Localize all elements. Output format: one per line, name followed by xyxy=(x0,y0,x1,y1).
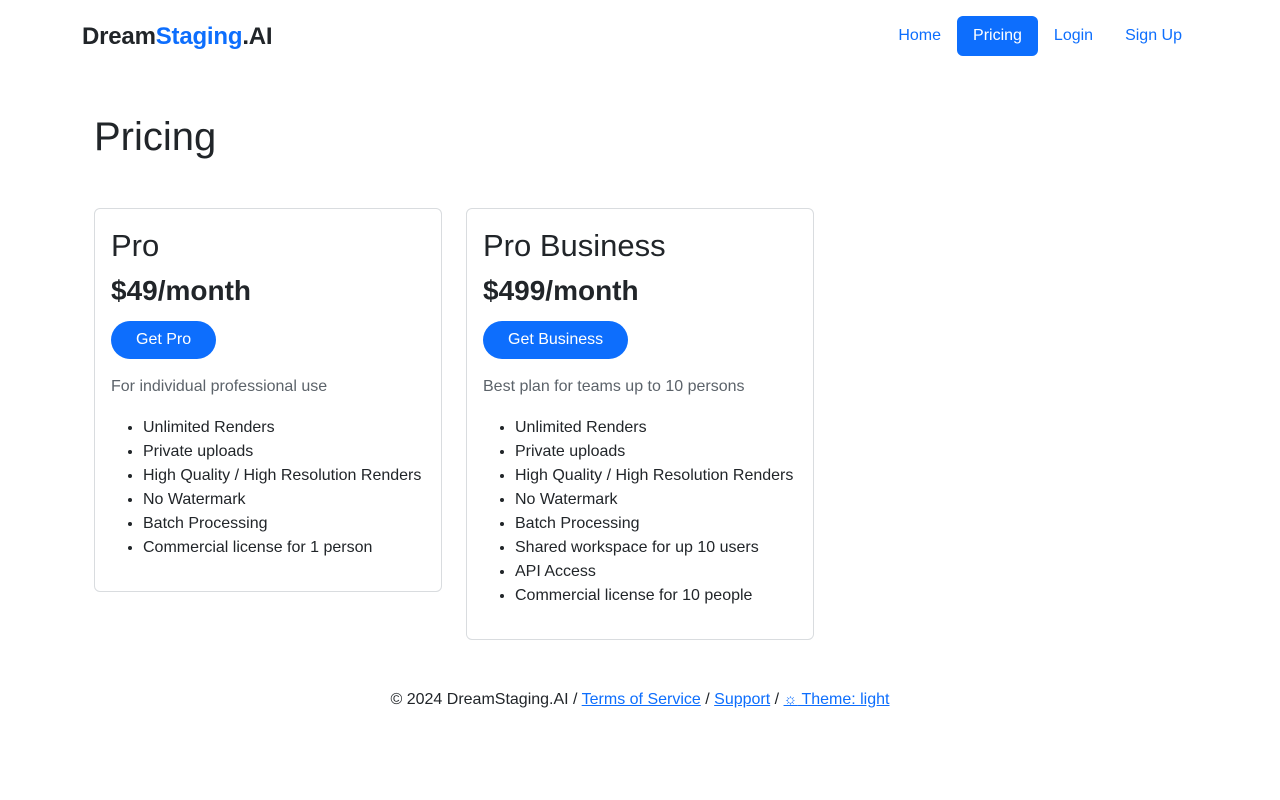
sun-icon: ☼ xyxy=(783,691,798,708)
plan-card-pro: Pro $49/month Get Pro For individual pro… xyxy=(94,208,442,592)
nav-login[interactable]: Login xyxy=(1038,16,1109,56)
feature-item: API Access xyxy=(515,560,797,584)
get-pro-button[interactable]: Get Pro xyxy=(111,321,217,359)
plan-description: For individual professional use xyxy=(111,378,328,395)
feature-item: Commercial license for 1 person xyxy=(143,536,425,560)
nav-pricing[interactable]: Pricing xyxy=(957,16,1038,56)
feature-item: No Watermark xyxy=(515,488,797,512)
plan-description: Best plan for teams up to 10 persons xyxy=(483,378,745,395)
footer: © 2024 DreamStaging.AI / Terms of Servic… xyxy=(0,688,1280,712)
feature-item: Private uploads xyxy=(143,440,425,464)
feature-item: Shared workspace for up 10 users xyxy=(515,536,797,560)
theme-toggle-link[interactable]: ☼ Theme: light xyxy=(784,691,890,708)
plan-price: $499/month xyxy=(483,275,639,306)
plan-price: $49/month xyxy=(111,275,252,306)
feature-list: Unlimited Renders Private uploads High Q… xyxy=(483,416,797,608)
plan-name: Pro xyxy=(111,228,160,263)
feature-item: Commercial license for 10 people xyxy=(515,584,797,608)
plan-card-pro-business: Pro Business $499/month Get Business Bes… xyxy=(466,208,814,640)
theme-toggle-label: Theme: light xyxy=(797,691,890,708)
feature-list: Unlimited Renders Private uploads High Q… xyxy=(111,416,425,560)
brand-part-staging: Staging xyxy=(155,23,243,50)
feature-item: High Quality / High Resolution Renders xyxy=(143,464,425,488)
brand-part-ai: .AI xyxy=(242,23,273,50)
terms-of-service-link[interactable]: Terms of Service xyxy=(582,691,701,708)
page-title: Pricing xyxy=(94,115,217,159)
nav-signup[interactable]: Sign Up xyxy=(1109,16,1198,56)
feature-item: No Watermark xyxy=(143,488,425,512)
feature-item: Unlimited Renders xyxy=(515,416,797,440)
support-link[interactable]: Support xyxy=(714,691,770,708)
feature-item: Private uploads xyxy=(515,440,797,464)
nav-home[interactable]: Home xyxy=(882,16,957,56)
main-nav: Home Pricing Login Sign Up xyxy=(882,16,1198,56)
brand-part-dream: Dream xyxy=(82,23,156,50)
feature-item: Unlimited Renders xyxy=(143,416,425,440)
get-business-button[interactable]: Get Business xyxy=(483,321,629,359)
footer-separator: / xyxy=(700,691,715,708)
feature-item: Batch Processing xyxy=(515,512,797,536)
navbar: DreamStaging.AI Home Pricing Login Sign … xyxy=(0,0,1280,72)
footer-separator: / xyxy=(568,691,582,708)
footer-copyright: © 2024 DreamStaging.AI xyxy=(390,691,569,708)
plan-name: Pro Business xyxy=(483,228,666,263)
feature-item: Batch Processing xyxy=(143,512,425,536)
feature-item: High Quality / High Resolution Renders xyxy=(515,464,797,488)
brand-logo[interactable]: DreamStaging.AI xyxy=(82,22,273,52)
footer-separator: / xyxy=(770,691,784,708)
